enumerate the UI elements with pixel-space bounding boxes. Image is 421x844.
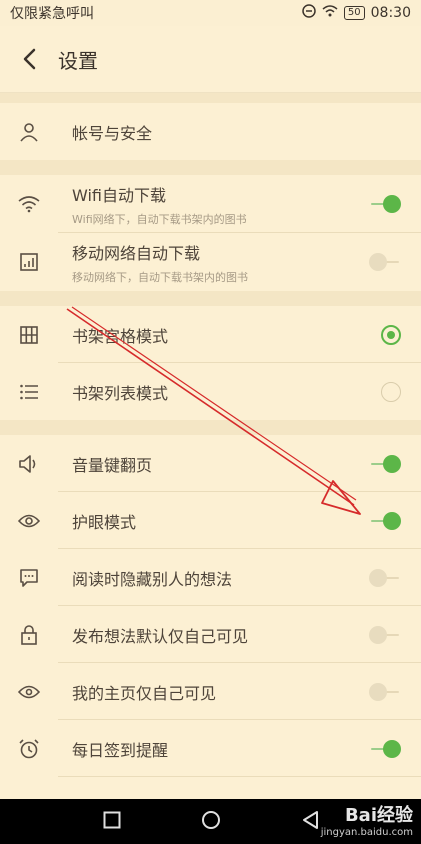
account-security-item[interactable]: 帐号与安全 [0, 103, 421, 160]
eye-icon [0, 513, 58, 529]
shelf-list-mode-item[interactable]: 书架列表模式 [0, 363, 421, 420]
list-mode-radio[interactable] [381, 381, 401, 402]
watermark-brand: Bai经验 [344, 805, 413, 826]
home-button[interactable] [201, 810, 221, 834]
status-icons: 50 08:30 [302, 4, 411, 22]
settings-group-shelf: 书架宫格模式 书架列表模式 [0, 306, 421, 420]
comment-icon [0, 568, 58, 588]
grid-icon [0, 325, 58, 345]
speaker-icon [0, 454, 58, 474]
carrier-text: 仅限紧急呼叫 [10, 6, 94, 22]
battery-icon: 50 [343, 6, 365, 20]
list-icon [0, 383, 58, 401]
volume-key-toggle[interactable] [369, 454, 401, 473]
circle-icon [201, 810, 220, 829]
daily-checkin-toggle[interactable] [369, 739, 401, 758]
back-nav-button[interactable] [301, 810, 319, 834]
section-gap [0, 93, 421, 103]
square-icon [103, 811, 120, 828]
chevron-left-icon [23, 48, 36, 70]
wifi-icon [0, 195, 58, 213]
clock-text: 08:30 [370, 5, 411, 21]
daily-checkin-item[interactable]: 每日签到提醒 [0, 720, 421, 777]
bar-chart-icon [0, 252, 58, 272]
page-title: 设置 [58, 48, 98, 73]
wifi-auto-download-item[interactable]: Wifi自动下载 Wifi网络下，自动下载书架内的图书 [0, 175, 421, 233]
wifi-status-icon [322, 5, 338, 21]
hide-thoughts-item[interactable]: 阅读时隐藏别人的想法 [0, 549, 421, 606]
eye-outline-icon [0, 684, 58, 700]
shelf-grid-mode-item[interactable]: 书架宫格模式 [0, 306, 421, 363]
volume-key-page-item[interactable]: 音量键翻页 [0, 435, 421, 492]
partial-list-item[interactable] [0, 777, 421, 799]
mobile-download-toggle[interactable] [369, 253, 401, 271]
private-homepage-item[interactable]: 我的主页仅自己可见 [0, 663, 421, 720]
item-label: 书架宫格模式 [72, 326, 169, 346]
settings-group-reading: 音量键翻页 护眼模式 阅读时隐藏别人的想法 发布想法默认仅自己可见 我的主页仅自… [0, 435, 421, 799]
hide-thoughts-toggle[interactable] [369, 568, 401, 587]
watermark: Bai经验 jingyan.baidu.com [321, 801, 413, 838]
system-nav-bar: Bai经验 jingyan.baidu.com [0, 799, 421, 844]
lock-icon [0, 624, 58, 646]
item-label: 帐号与安全 [72, 123, 153, 143]
settings-header: 设置 [0, 26, 421, 93]
private-thoughts-item[interactable]: 发布想法默认仅自己可见 [0, 606, 421, 663]
item-label: 书架列表模式 [72, 383, 169, 403]
alarm-icon [0, 738, 58, 760]
recents-button[interactable] [103, 811, 121, 833]
eye-protection-item[interactable]: 护眼模式 [0, 492, 421, 549]
user-icon [0, 122, 58, 142]
eye-protection-toggle[interactable] [369, 511, 401, 530]
section-gap [0, 420, 421, 435]
wifi-download-toggle[interactable] [369, 195, 401, 213]
mobile-auto-download-item[interactable]: 移动网络自动下载 移动网络下，自动下载书架内的图书 [0, 233, 421, 291]
section-gap [0, 291, 421, 306]
back-button[interactable] [0, 26, 58, 92]
watermark-url: jingyan.baidu.com [320, 827, 413, 838]
settings-group-account: 帐号与安全 [0, 103, 421, 160]
grid-mode-radio[interactable] [381, 324, 401, 345]
nfc-icon [302, 4, 316, 22]
settings-group-download: Wifi自动下载 Wifi网络下，自动下载书架内的图书 移动网络自动下载 移动网… [0, 175, 421, 291]
private-thoughts-toggle[interactable] [369, 625, 401, 644]
status-bar: 仅限紧急呼叫 50 08:30 [0, 0, 421, 26]
private-homepage-toggle[interactable] [369, 682, 401, 701]
triangle-back-icon [302, 810, 318, 829]
section-gap [0, 160, 421, 175]
